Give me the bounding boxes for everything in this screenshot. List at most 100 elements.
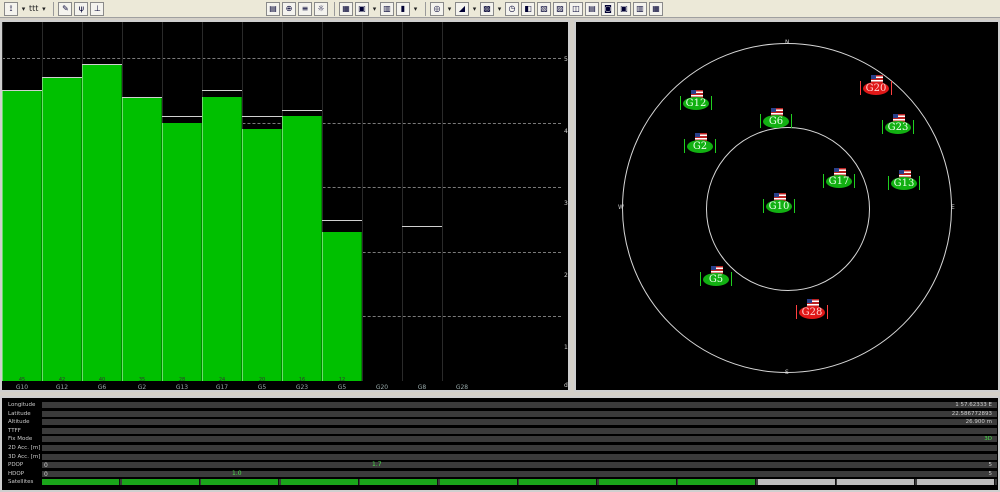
chevron-down-icon[interactable]: ▾ <box>40 2 47 16</box>
snr-max-mark <box>322 219 362 221</box>
bracket-icon <box>882 120 883 134</box>
chevron-down-icon[interactable]: ▾ <box>446 2 453 16</box>
info-icon[interactable]: ▨ <box>553 1 567 16</box>
status-track <box>42 402 997 408</box>
status-track <box>42 445 997 451</box>
status-label: Latitude <box>8 410 31 417</box>
direction-north: N <box>785 39 790 46</box>
satellite-label: G5 <box>257 384 267 391</box>
doc-icon[interactable]: ▤ <box>266 1 280 16</box>
hdop-min: 0 <box>44 470 48 478</box>
status-label: TTFF <box>8 427 21 434</box>
status-row: 3D Acc. [m] <box>2 453 998 461</box>
status-value: 5 <box>988 462 993 469</box>
hdop-marker: 1.0 <box>232 469 242 477</box>
satellite-label: G12 <box>55 384 69 391</box>
status-label: 2D Acc. [m] <box>8 445 41 451</box>
bar-value-label: 12 <box>338 377 346 383</box>
satellite-label: G13 <box>175 384 189 391</box>
direction-south: S <box>785 369 789 376</box>
status-row: Satellites <box>2 479 998 486</box>
snr-max-mark <box>282 109 322 111</box>
bar-value-label: 28 <box>178 377 186 383</box>
bars-icon[interactable]: ▮ <box>396 1 410 16</box>
y-tick-label: 40 <box>564 128 572 135</box>
view-icon[interactable]: ▣ <box>617 1 631 16</box>
antenna-icon[interactable]: ⟟ <box>4 1 18 16</box>
chevron-down-icon[interactable]: ▾ <box>496 2 503 16</box>
snr-plot-area: 45 G10 42 G12 40 G6 35 G2 28 G13 24 G17 20 G5 16 G23 12 G… <box>2 22 561 391</box>
satellite-label: G8 <box>417 384 427 391</box>
status-row: Fix Mode 3D <box>2 436 998 443</box>
pdop-min: 0 <box>44 462 48 470</box>
window-icon[interactable]: ▩ <box>480 1 494 16</box>
bracket-icon <box>827 305 828 319</box>
chevron-down-icon[interactable]: ▾ <box>371 2 378 16</box>
compass-icon[interactable]: ◎ <box>430 1 444 16</box>
bar-value-label: 42 <box>58 377 66 383</box>
snr-bar <box>322 232 362 381</box>
y-tick-label: 10 <box>564 344 572 351</box>
settings-icon[interactable]: ▧ <box>537 1 551 16</box>
bracket-icon <box>860 81 861 95</box>
grid-icon[interactable]: ▦ <box>339 1 353 16</box>
snr-max-mark <box>242 116 282 118</box>
status-track <box>42 453 997 460</box>
satellite-label: G23 <box>295 384 309 391</box>
snr-bar <box>162 122 202 381</box>
pen-icon[interactable]: ✎ <box>58 1 73 16</box>
y-tick-label: 50 <box>564 56 572 63</box>
bracket-icon <box>700 272 701 286</box>
target-icon[interactable]: ⊕ <box>282 1 296 16</box>
satellite-count-segment <box>280 479 359 486</box>
status-row: Altitude 26.900 m <box>2 419 998 426</box>
status-panel: Longitude 1 57.62333 E Latitude 22.58677289… <box>0 396 1000 492</box>
status-label: PDOP <box>8 462 24 469</box>
satellite-id: G12 <box>683 97 709 110</box>
list-icon[interactable]: ≡ <box>298 1 312 16</box>
help-icon[interactable]: ▦ <box>649 1 663 16</box>
signal-icon[interactable]: ψ <box>74 1 89 16</box>
snr-max-mark <box>402 225 442 227</box>
snr-max-mark <box>2 90 42 92</box>
satellite-count-segment <box>121 479 200 486</box>
satellite-id: G23 <box>885 121 911 134</box>
export-icon[interactable]: ▥ <box>633 1 647 16</box>
bracket-icon <box>711 96 712 110</box>
bar-value-label: 40 <box>98 377 106 383</box>
status-row: HDOP 5 0 1.0 <box>2 469 998 478</box>
snr-bar <box>2 90 42 381</box>
bar-value-label: 35 <box>138 377 146 383</box>
camera-icon[interactable]: ◙ <box>601 1 615 16</box>
chart-icon[interactable]: ◢ <box>455 1 469 16</box>
bar-slot <box>442 22 482 381</box>
clock-icon[interactable]: ◷ <box>505 1 519 16</box>
snr-bar <box>122 96 162 381</box>
main-toolbar: ⟟ ▾ ttt ▾ ✎ ψ ⊥ ▤ ⊕ ≡ ☼ ▦ ▣ ▾ ▥ ▮ ▾ ◎ ▾ … <box>0 0 1000 18</box>
log-icon[interactable]: ▤ <box>585 1 599 16</box>
toolbar-separator <box>425 1 426 16</box>
satellite-count-segment <box>916 479 995 486</box>
chevron-down-icon[interactable]: ▾ <box>471 2 478 16</box>
satellite-count-segment <box>201 479 279 486</box>
antenna-dish-icon[interactable]: ⊥ <box>90 1 105 16</box>
status-icon[interactable]: ◧ <box>521 1 535 16</box>
gear-icon[interactable]: ☼ <box>314 1 328 16</box>
bracket-icon <box>854 174 855 188</box>
bracket-icon <box>684 139 685 153</box>
satellite-label: G28 <box>455 384 469 391</box>
chevron-down-icon[interactable]: ▾ <box>20 2 27 16</box>
satellite-icon[interactable]: ◫ <box>569 1 583 16</box>
bracket-icon <box>913 120 914 134</box>
bracket-icon <box>919 176 920 190</box>
snr-chart-panel: 45 G10 42 G12 40 G6 35 G2 28 G13 24 G17 20 G5 16 G23 12 G… <box>0 20 572 392</box>
bracket-icon <box>680 96 681 110</box>
snr-max-mark <box>162 116 202 118</box>
table-icon[interactable]: ▥ <box>380 1 394 16</box>
sky-view-panel: N S W E G20 G12 G6 G23 G2 G17 G13 G10 G5 G28 <box>574 20 1000 392</box>
status-row: Longitude 1 57.62333 E <box>2 402 998 409</box>
chevron-down-icon[interactable]: ▾ <box>412 2 419 16</box>
bracket-icon <box>823 174 824 188</box>
map-icon[interactable]: ▣ <box>355 1 369 16</box>
pdop-marker: 1.7 <box>372 461 382 469</box>
